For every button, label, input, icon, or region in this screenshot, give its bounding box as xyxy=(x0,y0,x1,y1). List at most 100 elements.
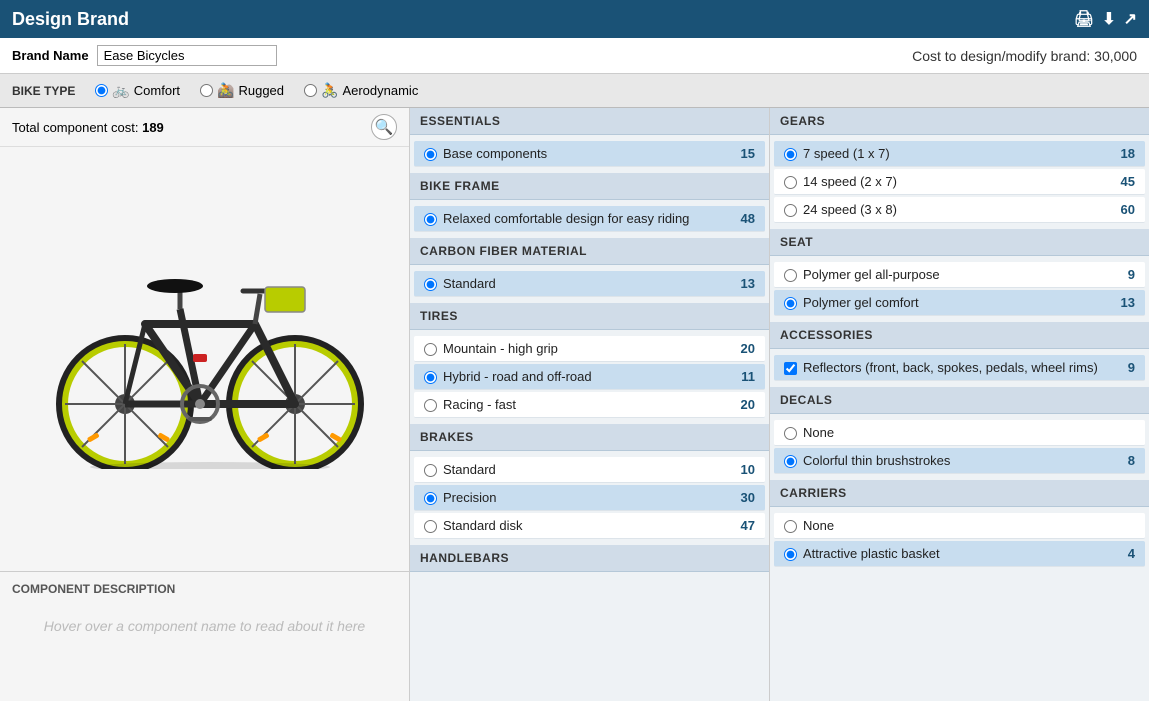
section-tires: TIRESMountain - high grip20Hybrid - road… xyxy=(410,303,769,424)
section-carbon-fiber: CARBON FIBER MATERIALStandard13 xyxy=(410,238,769,303)
section-gears: GEARS7 speed (1 x 7)1814 speed (2 x 7)45… xyxy=(770,108,1149,229)
component-row-polymer-all[interactable]: Polymer gel all-purpose9 xyxy=(774,262,1145,288)
no-decals-input[interactable] xyxy=(784,427,797,440)
title-bar: Design Brand 🖨 ⬇ ↗ xyxy=(0,0,1149,38)
standard-brake-label: Standard xyxy=(443,462,727,477)
component-row-relaxed[interactable]: Relaxed comfortable design for easy ridi… xyxy=(414,206,765,232)
base-components-input[interactable] xyxy=(424,148,437,161)
polymer-comfort-input[interactable] xyxy=(784,297,797,310)
right-panel: GEARS7 speed (1 x 7)1814 speed (2 x 7)45… xyxy=(770,108,1149,701)
14speed-input[interactable] xyxy=(784,176,797,189)
14speed-label: 14 speed (2 x 7) xyxy=(803,174,1107,189)
aerodynamic-icon: 🚴 xyxy=(321,82,338,99)
component-row-hybrid[interactable]: Hybrid - road and off-road11 xyxy=(414,364,765,390)
section-bike-frame: BIKE FRAME Relaxed comfortable design for… xyxy=(410,173,769,238)
colorful-brushstrokes-cost: 8 xyxy=(1107,453,1135,468)
section-body-accessories: Reflectors (front, back, spokes, pedals,… xyxy=(770,349,1149,387)
polymer-all-input[interactable] xyxy=(784,269,797,282)
print-icon[interactable]: 🖨 xyxy=(1074,9,1094,29)
download-icon[interactable]: ⬇ xyxy=(1102,9,1115,29)
aerodynamic-radio[interactable] xyxy=(304,84,317,97)
plastic-basket-input[interactable] xyxy=(784,548,797,561)
section-body-bike-frame: Relaxed comfortable design for easy ridi… xyxy=(410,200,769,238)
section-header-brakes: BRAKES xyxy=(410,424,769,451)
bike-type-rugged[interactable]: 🚵 Rugged xyxy=(200,82,284,99)
section-header-decals: DECALS xyxy=(770,387,1149,414)
mountain-label: Mountain - high grip xyxy=(443,341,727,356)
polymer-all-cost: 9 xyxy=(1107,267,1135,282)
component-row-plastic-basket[interactable]: Attractive plastic basket4 xyxy=(774,541,1145,567)
section-decals: DECALSNoneColorful thin brushstrokes8 xyxy=(770,387,1149,480)
component-row-base-components[interactable]: Base components15 xyxy=(414,141,765,167)
brand-name-label: Brand Name xyxy=(12,48,89,63)
section-body-carriers: NoneAttractive plastic basket4 xyxy=(770,507,1149,573)
title-bar-icons: 🖨 ⬇ ↗ xyxy=(1074,9,1137,29)
section-body-gears: 7 speed (1 x 7)1814 speed (2 x 7)4524 sp… xyxy=(770,135,1149,229)
expand-icon[interactable]: ↗ xyxy=(1124,9,1137,29)
section-body-essentials: Base components15 xyxy=(410,135,769,173)
colorful-brushstrokes-label: Colorful thin brushstrokes xyxy=(803,453,1107,468)
component-row-no-decals[interactable]: None xyxy=(774,420,1145,446)
standard-carbon-input[interactable] xyxy=(424,278,437,291)
bike-type-aerodynamic[interactable]: 🚴 Aerodynamic xyxy=(304,82,418,99)
bike-image-area xyxy=(0,147,409,571)
reflectors-cost: 9 xyxy=(1107,360,1135,375)
component-row-standard-carbon[interactable]: Standard13 xyxy=(414,271,765,297)
section-body-handlebars xyxy=(410,572,769,580)
bike-type-bar: BIKE TYPE 🚲 Comfort 🚵 Rugged 🚴 Aerodynam… xyxy=(0,74,1149,108)
zoom-icon[interactable]: 🔍 xyxy=(371,114,397,140)
racing-input[interactable] xyxy=(424,399,437,412)
middle-panel: ESSENTIALSBase components15BIKE FRAMERel… xyxy=(410,108,770,701)
section-body-brakes: Standard10Precision30Standard disk47 xyxy=(410,451,769,545)
section-seat: SEATPolymer gel all-purpose9Polymer gel … xyxy=(770,229,1149,322)
7speed-input[interactable] xyxy=(784,148,797,161)
comfort-label: Comfort xyxy=(134,83,180,98)
standard-brake-cost: 10 xyxy=(727,462,755,477)
section-body-carbon-fiber: Standard13 xyxy=(410,265,769,303)
brand-name-input[interactable] xyxy=(97,45,277,66)
no-carriers-input[interactable] xyxy=(784,520,797,533)
section-brakes: BRAKESStandard10Precision30Standard disk… xyxy=(410,424,769,545)
component-row-colorful-brushstrokes[interactable]: Colorful thin brushstrokes8 xyxy=(774,448,1145,474)
standard-disk-label: Standard disk xyxy=(443,518,727,533)
polymer-all-label: Polymer gel all-purpose xyxy=(803,267,1107,282)
reflectors-label: Reflectors (front, back, spokes, pedals,… xyxy=(803,360,1107,375)
standard-disk-input[interactable] xyxy=(424,520,437,533)
component-row-reflectors[interactable]: Reflectors (front, back, spokes, pedals,… xyxy=(774,355,1145,381)
total-cost-bar: Total component cost: 189 🔍 xyxy=(0,108,409,147)
component-row-polymer-comfort[interactable]: Polymer gel comfort13 xyxy=(774,290,1145,316)
bike-type-comfort[interactable]: 🚲 Comfort xyxy=(95,82,180,99)
component-row-standard-disk[interactable]: Standard disk47 xyxy=(414,513,765,539)
mountain-cost: 20 xyxy=(727,341,755,356)
reflectors-input[interactable] xyxy=(784,362,797,375)
component-row-14speed[interactable]: 14 speed (2 x 7)45 xyxy=(774,169,1145,195)
component-row-no-carriers[interactable]: None xyxy=(774,513,1145,539)
14speed-cost: 45 xyxy=(1107,174,1135,189)
rugged-radio[interactable] xyxy=(200,84,213,97)
section-header-bike-frame: BIKE FRAME xyxy=(410,173,769,200)
component-row-precision[interactable]: Precision30 xyxy=(414,485,765,511)
component-row-racing[interactable]: Racing - fast20 xyxy=(414,392,765,418)
standard-brake-input[interactable] xyxy=(424,464,437,477)
app-title: Design Brand xyxy=(12,9,129,30)
component-row-standard-brake[interactable]: Standard10 xyxy=(414,457,765,483)
section-body-decals: NoneColorful thin brushstrokes8 xyxy=(770,414,1149,480)
relaxed-input[interactable] xyxy=(424,213,437,226)
main-area: Total component cost: 189 🔍 xyxy=(0,108,1149,701)
precision-input[interactable] xyxy=(424,492,437,505)
standard-carbon-label: Standard xyxy=(443,276,727,291)
mountain-input[interactable] xyxy=(424,343,437,356)
7speed-cost: 18 xyxy=(1107,146,1135,161)
relaxed-cost: 48 xyxy=(727,211,755,226)
hybrid-input[interactable] xyxy=(424,371,437,384)
24speed-input[interactable] xyxy=(784,204,797,217)
7speed-label: 7 speed (1 x 7) xyxy=(803,146,1107,161)
24speed-label: 24 speed (3 x 8) xyxy=(803,202,1107,217)
24speed-cost: 60 xyxy=(1107,202,1135,217)
component-row-7speed[interactable]: 7 speed (1 x 7)18 xyxy=(774,141,1145,167)
component-row-24speed[interactable]: 24 speed (3 x 8)60 xyxy=(774,197,1145,223)
component-row-mountain[interactable]: Mountain - high grip20 xyxy=(414,336,765,362)
section-header-handlebars: HANDLEBARS xyxy=(410,545,769,572)
colorful-brushstrokes-input[interactable] xyxy=(784,455,797,468)
comfort-radio[interactable] xyxy=(95,84,108,97)
